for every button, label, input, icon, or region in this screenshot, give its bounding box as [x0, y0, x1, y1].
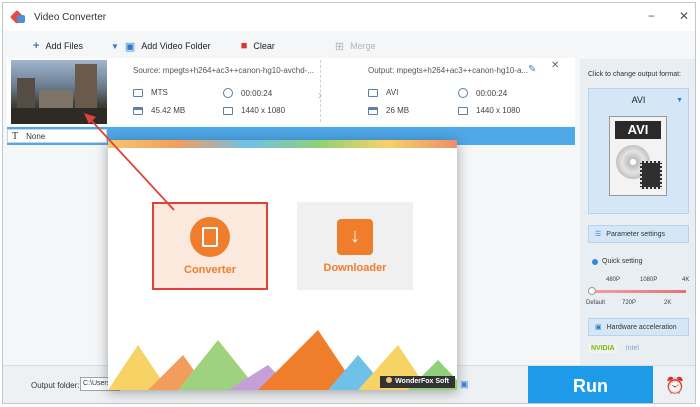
- clear-label: Clear: [253, 41, 275, 51]
- video-file-icon: [133, 88, 143, 97]
- plus-icon: +: [33, 40, 40, 52]
- output-name: Output: mpegts+h264+ac3++canon-hg10-a...: [368, 66, 529, 75]
- intel-logo: Intel: [625, 344, 639, 352]
- quality-720p: 720P: [622, 300, 637, 306]
- subtitle-value: None: [26, 131, 46, 141]
- clock-icon: [458, 88, 468, 98]
- video-file-icon: [368, 88, 378, 97]
- folder-icon: [133, 106, 143, 115]
- merge-label: Merge: [350, 41, 376, 51]
- dropdown-arrow-icon: ▼: [110, 41, 119, 51]
- quality-480p: 480P: [606, 277, 621, 283]
- format-dropdown-icon: ▼: [676, 97, 683, 104]
- resolution-icon: [223, 106, 233, 115]
- quality-slider-handle[interactable]: [588, 287, 596, 295]
- quick-setting-icon: [592, 258, 598, 265]
- output-format-selector[interactable]: AVI ▼ AVI: [588, 88, 689, 214]
- quick-setting-label: Quick setting: [602, 258, 643, 265]
- toolbar: + Add Files ▼ ▣ Add Video Folder ■ Clear…: [3, 33, 578, 59]
- add-files-button[interactable]: + Add Files: [33, 40, 83, 52]
- src-size-value: 45.42 MB: [151, 106, 186, 115]
- src-format: MTS: [133, 88, 168, 97]
- add-files-label: Add Files: [45, 41, 83, 51]
- hardware-acceleration-button[interactable]: ▣ Hardware acceleration: [588, 318, 689, 336]
- source-name: Source: mpegts+h264+ac3++canon-hg10-avch…: [133, 66, 315, 75]
- folder-plus-icon: ▣: [124, 40, 136, 53]
- minimize-button[interactable]: −: [648, 9, 655, 23]
- open-folder-icon[interactable]: ▣: [460, 379, 469, 390]
- text-icon: T: [12, 130, 19, 142]
- merge-icon: ⊞: [334, 40, 345, 53]
- out-size-value: 26 MB: [386, 106, 410, 115]
- window-title: Video Converter: [34, 11, 107, 23]
- output-format-name: AVI: [631, 95, 646, 105]
- parameter-settings-label: Parameter settings: [606, 230, 666, 238]
- remove-task-icon[interactable]: ✕: [551, 60, 559, 71]
- src-size: 45.42 MB: [133, 106, 185, 115]
- src-format-value: MTS: [151, 88, 168, 97]
- out-duration-value: 00:00:24: [476, 88, 508, 98]
- parameter-settings-button[interactable]: ☰ Parameter settings: [588, 225, 689, 243]
- triangle-decor: [108, 330, 457, 390]
- run-button[interactable]: Run: [528, 366, 653, 403]
- out-size: 26 MB: [368, 106, 409, 115]
- avi-icon-label: AVI: [615, 121, 661, 139]
- alarm-clock-icon[interactable]: ⏰: [665, 376, 685, 396]
- trash-icon: ■: [240, 40, 248, 52]
- nvidia-logo: NVIDIA: [588, 343, 618, 353]
- out-duration: 00:00:24: [458, 88, 507, 98]
- task-row[interactable]: Source: mpegts+h264+ac3++canon-hg10-avch…: [7, 58, 575, 126]
- quality-2k: 2K: [664, 300, 672, 306]
- out-resolution-value: 1440 x 1080: [476, 106, 521, 115]
- edit-output-name-icon[interactable]: ✎: [528, 64, 536, 75]
- clock-icon: [223, 88, 233, 98]
- app-logo-icon: [9, 9, 26, 25]
- add-video-folder-button[interactable]: ▼ ▣ Add Video Folder: [111, 40, 211, 53]
- sliders-icon: ☰: [595, 231, 602, 238]
- out-format-value: AVI: [386, 88, 399, 97]
- hardware-acceleration-label: Hardware acceleration: [606, 323, 677, 331]
- quick-setting: Quick setting: [592, 258, 642, 265]
- out-resolution: 1440 x 1080: [458, 106, 520, 115]
- output-format-label: Click to change output format:: [588, 71, 681, 78]
- video-thumbnail[interactable]: [11, 60, 107, 124]
- brand-label: WonderFox Soft: [395, 378, 449, 385]
- avi-format-icon: AVI: [609, 116, 667, 196]
- out-format: AVI: [368, 88, 398, 97]
- src-resolution-value: 1440 x 1080: [241, 106, 286, 115]
- chevron-right-icon: ›: [318, 88, 322, 102]
- launcher-popup: Converter ↓ Downloader WonderFox Soft: [108, 140, 457, 390]
- add-video-folder-label: Add Video Folder: [141, 41, 211, 51]
- src-resolution: 1440 x 1080: [223, 106, 285, 115]
- subtitle-select[interactable]: T None: [7, 129, 107, 143]
- quality-4k: 4K: [682, 277, 690, 283]
- close-window-button[interactable]: ✕: [679, 9, 689, 23]
- clear-button[interactable]: ■ Clear: [241, 40, 275, 52]
- merge-button[interactable]: ⊞ Merge: [335, 40, 376, 53]
- resolution-icon: [458, 106, 468, 115]
- wonderfox-brand: WonderFox Soft: [380, 376, 455, 388]
- folder-icon: [368, 106, 378, 115]
- chip-icon: ▣: [595, 324, 602, 331]
- src-duration: 00:00:24: [223, 88, 272, 98]
- src-duration-value: 00:00:24: [241, 88, 273, 98]
- output-folder-label: Output folder:: [31, 381, 80, 390]
- quality-1080p: 1080P: [640, 277, 658, 283]
- title-bar: Video Converter − ✕: [3, 3, 695, 31]
- quality-slider[interactable]: [590, 290, 686, 293]
- output-panel: Click to change output format: AVI ▼ AVI…: [580, 59, 695, 365]
- gpu-logos: NVIDIA Intel: [588, 340, 689, 356]
- quality-default: Default: [586, 300, 606, 306]
